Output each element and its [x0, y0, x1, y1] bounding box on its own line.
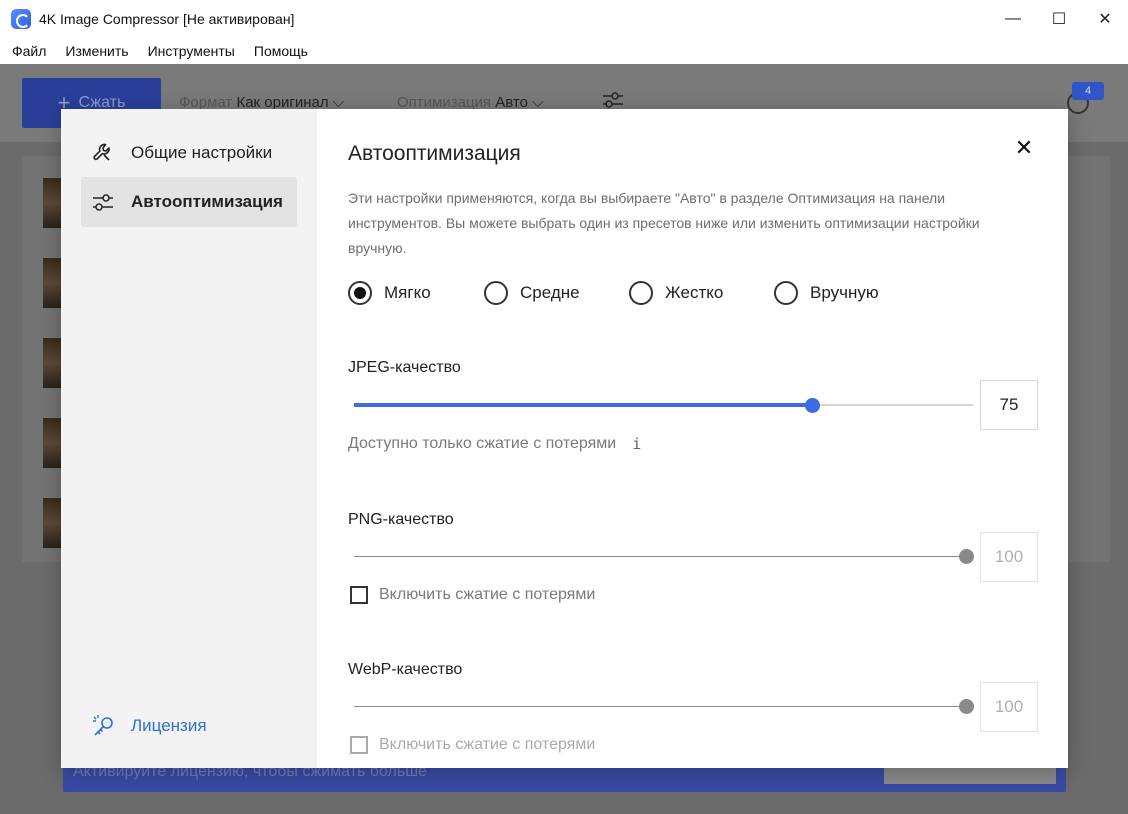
- checkbox-box: [350, 736, 368, 754]
- radio-circle: [774, 281, 798, 305]
- preset-manual-radio[interactable]: Вручную: [774, 281, 879, 305]
- close-button[interactable]: ✕: [1011, 135, 1037, 161]
- app-logo-icon: [11, 9, 31, 29]
- slider-thumb[interactable]: [958, 699, 974, 714]
- slider-track: [354, 556, 973, 557]
- preset-hard-radio[interactable]: Жестко: [629, 281, 774, 305]
- title-bar: 4K Image Compressor [Не активирован] — ☐…: [0, 0, 1128, 38]
- checkbox-label: Включить сжатие с потерями: [379, 736, 596, 753]
- license-link[interactable]: Лицензия: [91, 713, 207, 739]
- jpeg-quality-label: JPEG-качество: [348, 359, 461, 376]
- png-lossy-checkbox[interactable]: Включить сжатие с потерями: [350, 586, 595, 604]
- png-quality-input[interactable]: 100: [980, 532, 1038, 582]
- preset-soft-radio[interactable]: Мягко: [348, 281, 484, 305]
- info-icon[interactable]: i: [632, 435, 641, 453]
- sidebar-item-label: Автооптимизация: [131, 192, 283, 211]
- radio-label: Вручную: [810, 283, 879, 302]
- key-icon: [93, 715, 113, 736]
- menu-help[interactable]: Помощь: [254, 43, 308, 59]
- wrench-icon: [91, 141, 115, 165]
- sidebar-item-label: Общие настройки: [131, 143, 273, 162]
- menu-tools[interactable]: Инструменты: [148, 43, 235, 59]
- notification-badge: 4: [1072, 82, 1104, 100]
- png-quality-slider[interactable]: [354, 546, 974, 566]
- file-thumbnail: [43, 258, 63, 308]
- settings-sidebar: Общие настройки Автооптимизация Лицензия: [61, 109, 317, 768]
- slider-thumb[interactable]: [805, 398, 821, 413]
- radio-label: Средне: [520, 283, 580, 302]
- license-label: Лицензия: [131, 716, 207, 735]
- slider-track: [354, 706, 973, 707]
- sidebar-item-auto-optimization[interactable]: Автооптимизация: [81, 177, 297, 227]
- webp-quality-label: WebP-качество: [348, 661, 463, 678]
- radio-circle: [629, 281, 653, 305]
- radio-circle: [348, 281, 372, 305]
- webp-quality-input[interactable]: 100: [980, 682, 1038, 732]
- file-thumbnail: [43, 338, 63, 388]
- slider-thumb[interactable]: [958, 549, 974, 564]
- jpeg-quality-input[interactable]: 75: [980, 380, 1038, 430]
- description: Эти настройки применяются, когда вы выби…: [348, 190, 980, 256]
- radio-label: Жестко: [665, 283, 724, 302]
- jpeg-hint-text: Доступно только сжатие с потерями: [348, 435, 617, 452]
- sliders-icon: [91, 190, 115, 214]
- menu-edit[interactable]: Изменить: [65, 43, 128, 59]
- window-title: 4K Image Compressor [Не активирован]: [39, 11, 295, 27]
- checkbox-box: [350, 586, 368, 604]
- file-thumbnail: [43, 418, 63, 468]
- preset-medium-radio[interactable]: Средне: [484, 281, 629, 305]
- settings-content: Автооптимизация ✕ Эти настройки применяю…: [317, 109, 1068, 768]
- page-title: Автооптимизация: [348, 142, 521, 165]
- png-quality-label: PNG-качество: [348, 511, 454, 528]
- jpeg-hint: Доступно только сжатие с потерями i: [348, 435, 641, 453]
- radio-label: Мягко: [384, 283, 431, 302]
- sidebar-item-general[interactable]: Общие настройки: [81, 128, 297, 178]
- file-thumbnail: [43, 498, 63, 548]
- preset-radio-group: Мягко Средне Жестко Вручную: [348, 281, 879, 305]
- menu-bar: Файл Изменить Инструменты Помощь: [0, 38, 1128, 64]
- settings-dialog: Общие настройки Автооптимизация Лицензия: [61, 109, 1068, 768]
- webp-lossy-checkbox[interactable]: Включить сжатие с потерями: [350, 736, 595, 754]
- jpeg-quality-slider[interactable]: [354, 395, 973, 415]
- window-close-button[interactable]: ✕: [1082, 0, 1128, 38]
- radio-circle: [484, 281, 508, 305]
- checkbox-label: Включить сжатие с потерями: [379, 586, 596, 603]
- maximize-button[interactable]: ☐: [1036, 0, 1082, 38]
- menu-file[interactable]: Файл: [12, 43, 46, 59]
- file-thumbnail: [43, 178, 63, 228]
- minimize-button[interactable]: —: [990, 0, 1036, 38]
- webp-quality-slider[interactable]: [354, 696, 974, 716]
- window-controls: — ☐ ✕: [990, 0, 1128, 38]
- slider-fill: [354, 403, 813, 407]
